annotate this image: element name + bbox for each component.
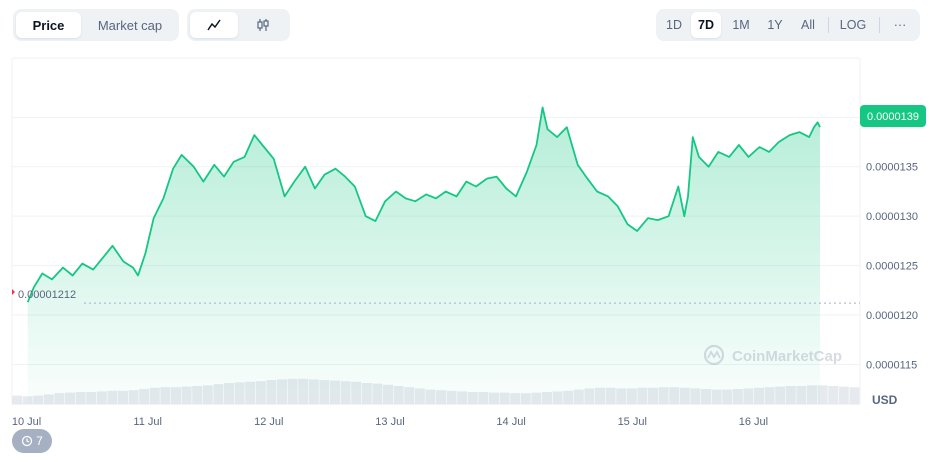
volume-bar: [838, 386, 849, 404]
x-tick-label: 10 Jul: [12, 416, 41, 428]
current-price-label: 0.0000139: [867, 111, 919, 123]
currency-label: USD: [872, 393, 898, 407]
y-tick-label: 0.0000135: [866, 162, 918, 174]
volume-bar: [12, 395, 22, 404]
y-tick-label: 0.0000120: [866, 310, 918, 322]
x-axis-ticks: 10 Jul 11 Jul 12 Jul 13 Jul 14 Jul 15 Jul 16 J…: [12, 416, 768, 428]
volume-bar: [828, 386, 839, 404]
price-chart[interactable]: 0.0000115 0.0000120 0.0000125 0.0000130 0.00…: [0, 0, 936, 462]
x-tick-label: 11 Jul: [133, 416, 162, 428]
history-badge[interactable]: 7: [12, 429, 52, 453]
x-tick-label: 16 Jul: [739, 416, 768, 428]
x-tick-label: 14 Jul: [496, 416, 525, 428]
history-count: 7: [36, 434, 43, 448]
start-price-marker: [12, 289, 15, 295]
x-tick-label: 13 Jul: [375, 416, 404, 428]
volume-bar: [849, 387, 860, 404]
y-tick-label: 0.0000130: [866, 211, 918, 223]
history-icon: [22, 435, 33, 447]
x-tick-label: 12 Jul: [254, 416, 283, 428]
y-tick-label: 0.0000115: [866, 359, 917, 371]
y-tick-label: 0.0000125: [866, 261, 918, 273]
x-tick-label: 15 Jul: [618, 416, 647, 428]
watermark-text: CoinMarketCap: [732, 348, 842, 365]
price-area: [27, 107, 820, 405]
y-axis-ticks: 0.0000115 0.0000120 0.0000125 0.0000130 0.00…: [866, 162, 918, 372]
start-price-label: 0.00001212: [18, 289, 76, 301]
